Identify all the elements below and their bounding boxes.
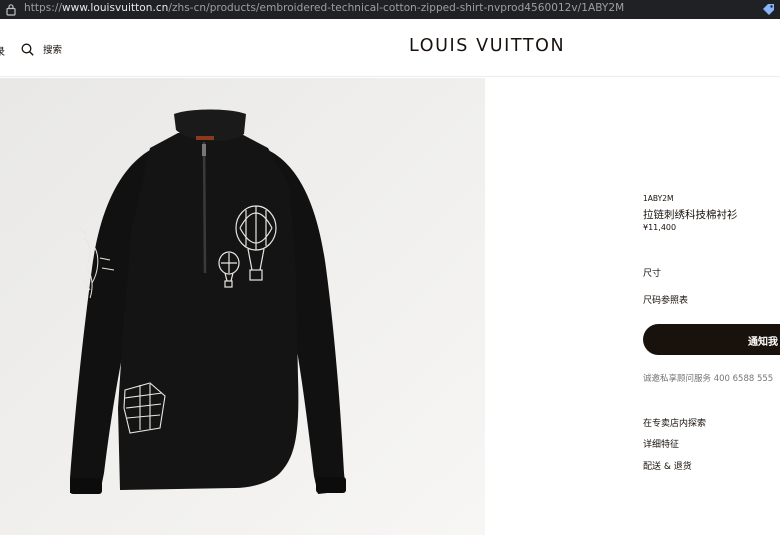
menu-label[interactable]: 录 [0,43,5,58]
url-host: www.louisvuitton.cn [62,2,169,14]
product-details: 1ABY2M 拉链刺绣科技棉衬衫 ¥11,400 尺寸 尺码参照表 通知我 诚邀… [485,78,780,535]
delivery-returns-link[interactable]: 配送 & 退货 [643,459,692,472]
search-label: 搜索 [43,45,63,56]
size-guide-link[interactable]: 尺码参照表 [643,293,688,306]
site-header: 录 搜索 LOUIS VUITTON [0,19,780,77]
size-label: 尺寸 [643,269,662,279]
url-text[interactable]: https://www.louisvuitton.cn/zhs-cn/produ… [24,2,624,14]
url-prefix: https:// [24,2,63,14]
notify-me-button[interactable]: 通知我 [643,324,780,355]
product-image-panel [0,78,485,535]
url-path: /zhs-cn/products/embroidered-technical-c… [168,2,625,14]
advisor-service-text[interactable]: 诚邀私享顾问服务 400 6588 555 [643,372,773,384]
brand-logo[interactable]: LOUIS VUITTON [409,36,565,56]
search-button[interactable]: 搜索 [21,42,62,56]
notify-me-label: 通知我 [748,337,778,348]
details-link[interactable]: 详细特征 [643,437,679,450]
browser-address-bar[interactable]: https://www.louisvuitton.cn/zhs-cn/produ… [0,0,780,19]
product-title: 拉链刺绣科技棉衬衫 [643,209,738,221]
search-icon [21,43,34,56]
product-price: ¥11,400 [643,223,677,232]
tag-icon[interactable] [762,3,776,16]
product-sku: 1ABY2M [643,194,674,203]
product-image[interactable] [0,78,485,535]
lock-icon[interactable] [5,3,17,16]
store-explore-link[interactable]: 在专卖店内探索 [643,416,706,429]
